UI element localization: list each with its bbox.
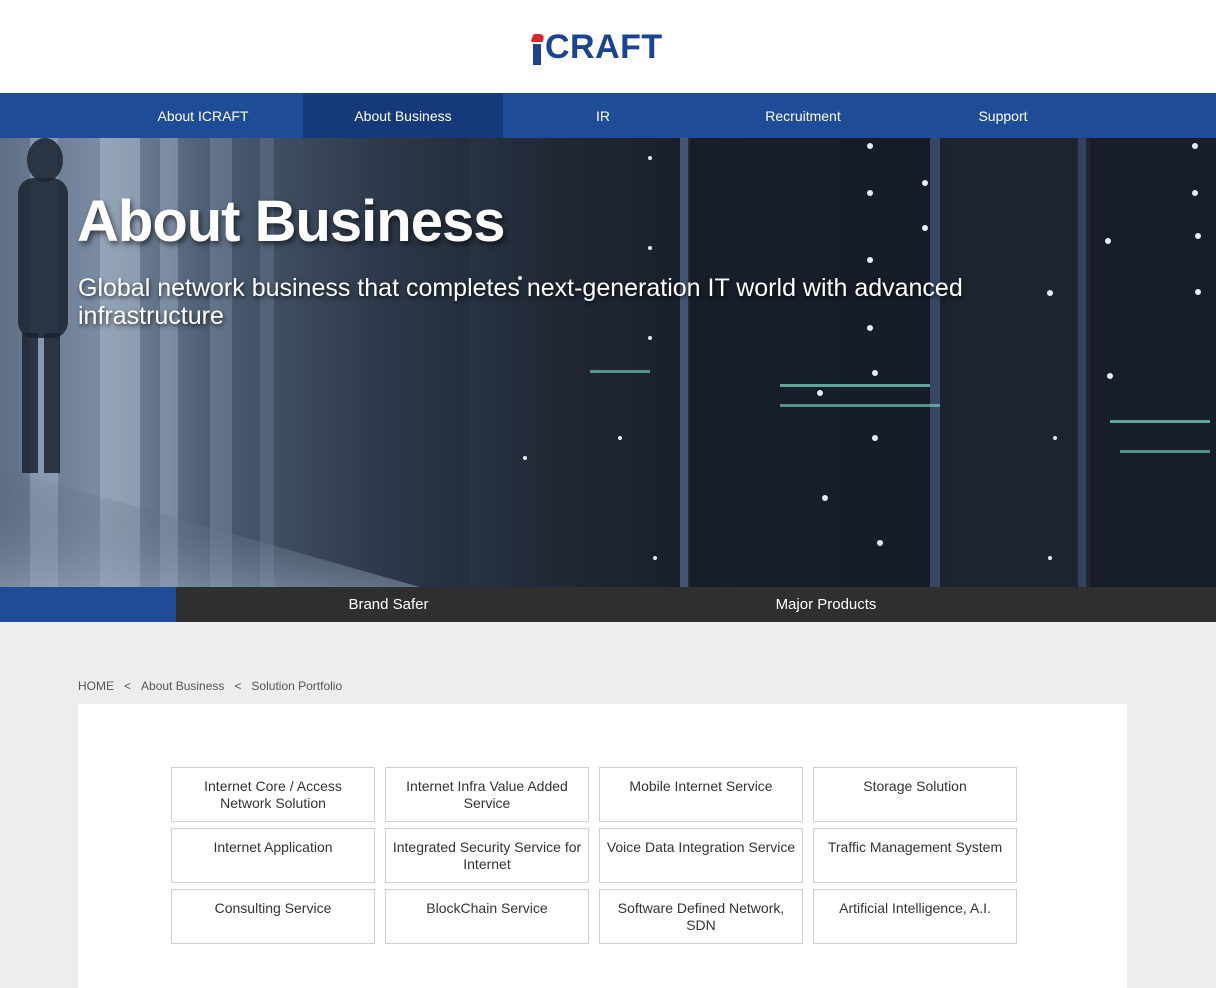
breadcrumb-home[interactable]: HOME (78, 679, 114, 693)
portfolio-item[interactable]: Internet Core / Access Network Solution (171, 767, 375, 822)
tab-brand-safer[interactable]: Brand Safer (176, 587, 601, 622)
portfolio-item[interactable]: Consulting Service (171, 889, 375, 944)
subtab-accent-bar (0, 587, 176, 622)
portfolio-item[interactable]: Storage Solution (813, 767, 1017, 822)
portfolio-card: Internet Core / Access Network Solution … (78, 704, 1127, 988)
portfolio-grid: Internet Core / Access Network Solution … (171, 767, 1017, 944)
sub-navigation: Brand Safer Major Products (0, 587, 1216, 622)
breadcrumb-solution-portfolio[interactable]: Solution Portfolio (251, 679, 342, 693)
site-header: CRAFT (0, 0, 1216, 93)
main-nav: About ICRAFT About Business IR Recruitme… (0, 93, 1216, 138)
portfolio-item[interactable]: Internet Infra Value Added Service (385, 767, 589, 822)
nav-support[interactable]: Support (903, 93, 1103, 138)
portfolio-item[interactable]: BlockChain Service (385, 889, 589, 944)
icraft-logo[interactable]: CRAFT (530, 28, 663, 66)
breadcrumb: HOME < About Business < Solution Portfol… (78, 679, 342, 693)
hero-subtitle: Global network business that completes n… (78, 274, 963, 330)
portfolio-item[interactable]: Software Defined Network, SDN (599, 889, 803, 944)
nav-ir[interactable]: IR (503, 93, 703, 138)
logo-text: CRAFT (545, 28, 663, 66)
portfolio-item[interactable]: Voice Data Integration Service (599, 828, 803, 883)
hero-banner: About Business Global network business t… (0, 138, 1216, 587)
breadcrumb-separator: < (234, 679, 242, 693)
nav-recruitment[interactable]: Recruitment (703, 93, 903, 138)
portfolio-item[interactable]: Artificial Intelligence, A.I. (813, 889, 1017, 944)
portfolio-item[interactable]: Internet Application (171, 828, 375, 883)
tab-major-products[interactable]: Major Products (601, 587, 1051, 622)
nav-about-icraft[interactable]: About ICRAFT (103, 93, 303, 138)
portfolio-item[interactable]: Integrated Security Service for Internet (385, 828, 589, 883)
logo-mark-icon (530, 34, 546, 65)
hero-title: About Business (77, 189, 505, 254)
portfolio-item[interactable]: Traffic Management System (813, 828, 1017, 883)
nav-about-business[interactable]: About Business (303, 93, 503, 138)
portfolio-item[interactable]: Mobile Internet Service (599, 767, 803, 822)
breadcrumb-separator: < (124, 679, 132, 693)
breadcrumb-about-business[interactable]: About Business (141, 679, 224, 693)
